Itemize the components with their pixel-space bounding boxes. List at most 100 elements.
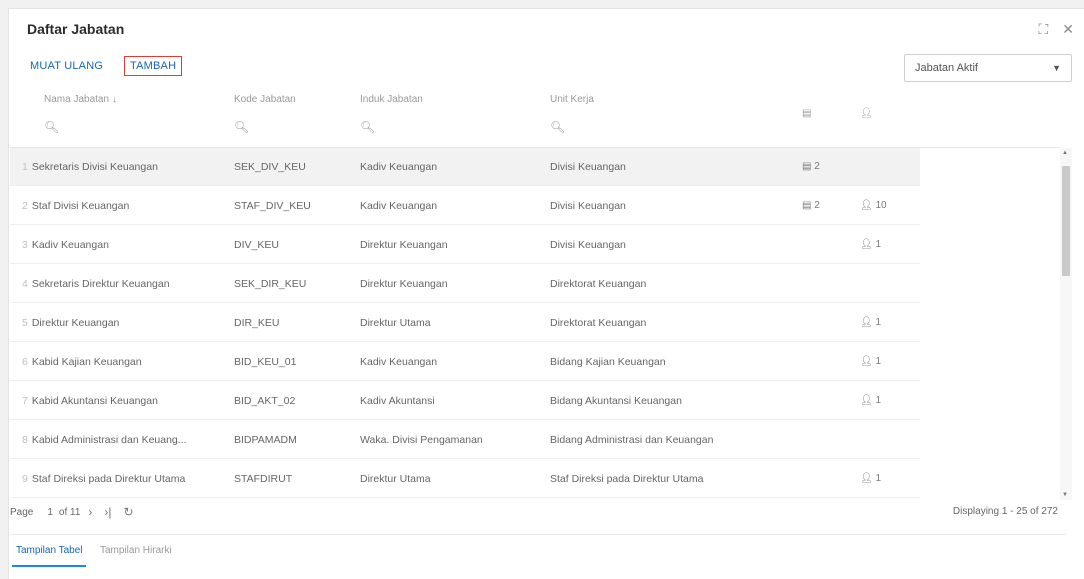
cell-unit: Bidang Akuntansi Keuangan bbox=[550, 395, 682, 407]
row-number: 1 bbox=[22, 161, 28, 173]
cell-name: 2 Staf Divisi Keuangan bbox=[22, 187, 222, 225]
cell-unit: Divisi Keuangan bbox=[550, 161, 626, 173]
column-label-unit: Unit Kerja bbox=[550, 94, 594, 105]
cell-users: 👤︎ 1 bbox=[860, 343, 910, 381]
search-icon[interactable]: 🔍︎ bbox=[234, 120, 249, 134]
panel-title: Daftar Jabatan bbox=[27, 21, 125, 37]
table-row[interactable]: 8 Kabid Administrasi dan Keuang... BIDPAMA… bbox=[10, 421, 920, 459]
building-icon: ▤ bbox=[802, 161, 812, 172]
display-count: Displaying 1 - 25 of 272 bbox=[952, 506, 1058, 517]
refresh-icon[interactable]: ↻ bbox=[124, 505, 134, 519]
cell-unit: Bidang Administrasi dan Keuangan bbox=[550, 434, 714, 446]
column-label-code: Kode Jabatan bbox=[234, 94, 296, 105]
last-page-icon[interactable]: ›| bbox=[104, 505, 111, 519]
grid-body: 1 Sekretaris Divisi Keuangan SEK_DIV_KEU Ka… bbox=[10, 148, 1060, 511]
column-header-users[interactable]: 👤︎ bbox=[860, 84, 900, 148]
tab-hierarchy-view[interactable]: Tampilan Hirarki bbox=[100, 545, 172, 556]
view-tabs: Tampilan Tabel Tampilan Hirarki bbox=[10, 534, 1066, 567]
column-header-name[interactable]: Nama Jabatan ↓ 🔍︎ bbox=[44, 84, 224, 148]
cell-parent: Kadiv Keuangan bbox=[360, 356, 438, 368]
column-label-name: Nama Jabatan ↓ bbox=[44, 94, 117, 105]
sub-count: 2 bbox=[814, 200, 820, 211]
row-number: 9 bbox=[22, 473, 28, 485]
user-count: 1 bbox=[875, 395, 882, 406]
person-icon: 👤︎ bbox=[860, 356, 873, 367]
column-header-parent[interactable]: Induk Jabatan 🔍︎ bbox=[360, 84, 540, 148]
user-count: 10 bbox=[875, 200, 887, 211]
cell-name: 3 Kadiv Keuangan bbox=[22, 226, 222, 264]
cell-code: BID_KEU_01 bbox=[234, 356, 297, 368]
page-of-label: of 11 bbox=[58, 506, 81, 518]
person-icon: 👤︎ bbox=[860, 239, 873, 250]
cell-name: 8 Kabid Administrasi dan Keuang... bbox=[22, 421, 222, 459]
cell-users: 👤︎ 1 bbox=[860, 304, 910, 342]
table-row[interactable]: 2 Staf Divisi Keuangan STAF_DIV_KEU Kadiv K… bbox=[10, 187, 920, 225]
sub-count: 2 bbox=[814, 161, 820, 172]
table-row[interactable]: 6 Kabid Kajian Keuangan BID_KEU_01 Kadiv Ke… bbox=[10, 343, 920, 381]
table-row[interactable]: 1 Sekretaris Divisi Keuangan SEK_DIV_KEU Ka… bbox=[10, 148, 920, 186]
search-icon[interactable]: 🔍︎ bbox=[550, 120, 565, 134]
cell-code: SEK_DIV_KEU bbox=[234, 161, 306, 173]
reload-button[interactable]: MUAT ULANG bbox=[30, 60, 103, 72]
table-row[interactable]: 7 Kabid Akuntansi Keuangan BID_AKT_02 Kadiv… bbox=[10, 382, 920, 420]
search-icon[interactable]: 🔍︎ bbox=[360, 120, 375, 134]
row-name: Direktur Keuangan bbox=[31, 317, 120, 329]
row-name: Kadiv Keuangan bbox=[31, 239, 109, 251]
expand-icon[interactable]: ⛶ bbox=[1038, 21, 1048, 38]
cell-unit: Direktorat Keuangan bbox=[550, 278, 647, 290]
person-icon: 👤︎ bbox=[860, 317, 873, 328]
column-label-parent: Induk Jabatan bbox=[360, 94, 423, 105]
building-icon: ▤ bbox=[802, 108, 812, 119]
person-icon: 👤︎ bbox=[860, 473, 873, 484]
cell-users: 👤︎ 1 bbox=[860, 226, 910, 264]
tab-table-view[interactable]: Tampilan Tabel bbox=[16, 545, 83, 556]
chevron-down-icon: ▼ bbox=[1052, 63, 1061, 73]
cell-parent: Kadiv Keuangan bbox=[360, 200, 438, 212]
row-number: 3 bbox=[22, 239, 28, 251]
table-row[interactable]: 3 Kadiv Keuangan DIV_KEU Direktur Keuangan D… bbox=[10, 226, 920, 264]
cell-unit: Staf Direksi pada Direktur Utama bbox=[550, 473, 704, 485]
scroll-down-icon[interactable]: ▼ bbox=[1062, 492, 1068, 498]
scrollbar-thumb[interactable] bbox=[1062, 166, 1070, 276]
table-row[interactable]: 4 Sekretaris Direktur Keuangan SEK_DIR_KEU… bbox=[10, 265, 920, 303]
table-row[interactable]: 9 Staf Direksi pada Direktur Utama STAFDIR… bbox=[10, 460, 920, 498]
cell-users: 👤︎ 1 bbox=[860, 460, 910, 498]
cell-users: 👤︎ 1 bbox=[860, 382, 910, 420]
row-name: Sekretaris Divisi Keuangan bbox=[31, 161, 158, 173]
table-row[interactable]: 5 Direktur Keuangan DIR_KEU Direktur Utama D… bbox=[10, 304, 920, 342]
cell-unit: Direktorat Keuangan bbox=[550, 317, 647, 329]
cell-parent: Direktur Utama bbox=[360, 473, 431, 485]
user-count: 1 bbox=[875, 356, 882, 367]
page-number-input[interactable]: 1 bbox=[47, 507, 53, 518]
search-icon[interactable]: 🔍︎ bbox=[44, 120, 59, 134]
active-tab-indicator bbox=[12, 565, 86, 567]
cell-name: 9 Staf Direksi pada Direktur Utama bbox=[22, 460, 222, 498]
cell-sub: ▤ 2 bbox=[802, 187, 842, 225]
column-header-unit[interactable]: Unit Kerja 🔍︎ bbox=[550, 84, 790, 148]
user-count: 1 bbox=[875, 239, 882, 250]
row-name: Kabid Kajian Keuangan bbox=[31, 356, 142, 368]
add-button[interactable]: TAMBAH bbox=[124, 56, 183, 76]
row-name: Kabid Akuntansi Keuangan bbox=[31, 395, 158, 407]
cell-unit: Divisi Keuangan bbox=[550, 239, 626, 251]
column-header-code[interactable]: Kode Jabatan 🔍︎ bbox=[234, 84, 354, 148]
cell-unit: Divisi Keuangan bbox=[550, 200, 626, 212]
row-name: Staf Direksi pada Direktur Utama bbox=[31, 473, 186, 485]
cell-parent: Waka. Divisi Pengamanan bbox=[360, 434, 483, 446]
status-filter-select[interactable]: Jabatan Aktif ▼ bbox=[904, 54, 1072, 82]
vertical-scrollbar[interactable]: ▲ ▼ bbox=[1060, 148, 1072, 500]
person-icon: 👤︎ bbox=[860, 108, 873, 119]
column-header-sub[interactable]: ▤ bbox=[802, 84, 842, 148]
row-number: 6 bbox=[22, 356, 28, 368]
close-icon[interactable]: ✕ bbox=[1062, 21, 1074, 38]
cell-parent: Direktur Keuangan bbox=[360, 239, 448, 251]
row-number: 4 bbox=[22, 278, 28, 290]
cell-code: DIV_KEU bbox=[234, 239, 279, 251]
cell-parent: Direktur Keuangan bbox=[360, 278, 448, 290]
status-filter-value: Jabatan Aktif bbox=[915, 62, 978, 74]
pagination-bar: Page 1 of 11 › ›| ↻ Displaying 1 - 25 of… bbox=[10, 500, 1066, 524]
next-page-icon[interactable]: › bbox=[88, 505, 92, 519]
scroll-up-icon[interactable]: ▲ bbox=[1062, 150, 1068, 156]
cell-sub: ▤ 2 bbox=[802, 148, 842, 186]
row-name: Sekretaris Direktur Keuangan bbox=[31, 278, 170, 290]
